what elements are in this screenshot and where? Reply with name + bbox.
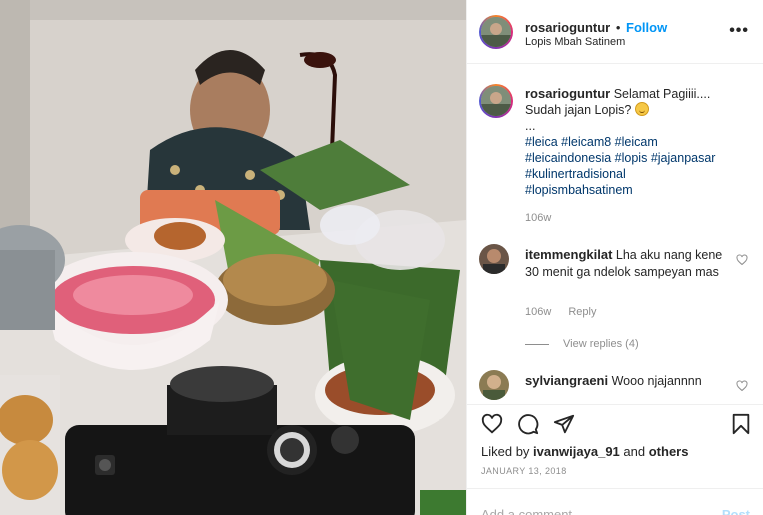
avatar-image [479, 244, 509, 274]
caption-line2: Sudah jajan Lopis? [525, 103, 632, 117]
post-comment-button[interactable]: Post [722, 507, 750, 515]
separator-dot: • [615, 20, 621, 35]
comment-avatar[interactable] [479, 370, 509, 400]
comment-meta: 106w Reply [525, 306, 610, 318]
avatar-image [479, 370, 509, 400]
hashtag-link[interactable]: #leicaindonesia [525, 151, 611, 165]
comment-username[interactable]: itemmengkilat [525, 247, 612, 262]
avatar-image [481, 86, 511, 116]
hashtag-link[interactable]: #jajanpasar [651, 151, 716, 165]
post-photo[interactable] [0, 0, 466, 515]
comment-text: sylviangraeni Wooo njajannnn [525, 372, 725, 390]
comments-section[interactable]: rosarioguntur Selamat Pagiiii.... Sudah … [467, 64, 763, 404]
liked-by-others-link[interactable]: others [649, 444, 689, 459]
liked-by-prefix: Liked by [481, 444, 530, 459]
follow-button[interactable]: Follow [626, 20, 667, 35]
smiling-face-emoji-icon [634, 102, 649, 116]
post-side-panel: rosarioguntur • Follow Lopis Mbah Satine… [466, 0, 763, 515]
header-user-line: rosarioguntur • Follow [525, 20, 667, 35]
view-replies-button[interactable]: View replies (4) [525, 338, 639, 350]
caption-text: rosarioguntur Selamat Pagiiii.... Sudah … [525, 86, 755, 198]
share-icon[interactable] [553, 413, 575, 435]
more-icon[interactable]: ••• [729, 22, 749, 40]
avatar-image [481, 17, 511, 47]
hashtag-link[interactable]: #leicam [615, 135, 658, 149]
like-comment-heart-icon[interactable] [736, 254, 748, 266]
hashtag-link[interactable]: #kulinertradisional [525, 167, 626, 181]
username-link[interactable]: rosarioguntur [525, 20, 610, 35]
caption-line1: Selamat Pagiiii.... [613, 87, 711, 101]
liked-by-user-link[interactable]: ivanwijaya_91 [533, 444, 620, 459]
hashtag-link[interactable]: #lopismbahsatinem [525, 183, 633, 197]
comment-icon[interactable] [517, 413, 539, 435]
liked-by: Liked by ivanwijaya_91 and others [481, 444, 688, 459]
comment-body: Wooo njajannnn [611, 374, 702, 388]
post-date[interactable]: JANUARY 13, 2018 [481, 466, 567, 476]
post-header: rosarioguntur • Follow Lopis Mbah Satine… [467, 0, 763, 64]
bookmark-icon[interactable] [730, 413, 752, 435]
action-bar [467, 404, 763, 444]
comment-avatar[interactable] [479, 244, 509, 274]
caption-username[interactable]: rosarioguntur [525, 86, 610, 101]
comment-username[interactable]: sylviangraeni [525, 373, 608, 388]
liked-by-and: and [623, 444, 646, 459]
caption-timestamp[interactable]: 106w [525, 212, 551, 224]
caption-avatar[interactable] [479, 84, 513, 118]
comment-input[interactable]: Add a comment... [481, 507, 583, 515]
comment-timestamp[interactable]: 106w [525, 306, 551, 318]
hashtag-link[interactable]: #leicam8 [561, 135, 611, 149]
location-link[interactable]: Lopis Mbah Satinem [525, 36, 625, 48]
like-comment-heart-icon[interactable] [736, 380, 748, 392]
add-comment-bar: Add a comment... Post [467, 488, 763, 515]
caption-line3: ... [525, 119, 536, 133]
comment-text: itemmengkilat Lha aku nang kene 30 menit… [525, 246, 725, 281]
photo-illustration [0, 0, 466, 515]
hashtag-link[interactable]: #lopis [615, 151, 648, 165]
heart-icon[interactable] [481, 413, 503, 435]
hashtag-link[interactable]: #leica [525, 135, 558, 149]
avatar[interactable] [479, 15, 513, 49]
reply-button[interactable]: Reply [568, 306, 596, 318]
